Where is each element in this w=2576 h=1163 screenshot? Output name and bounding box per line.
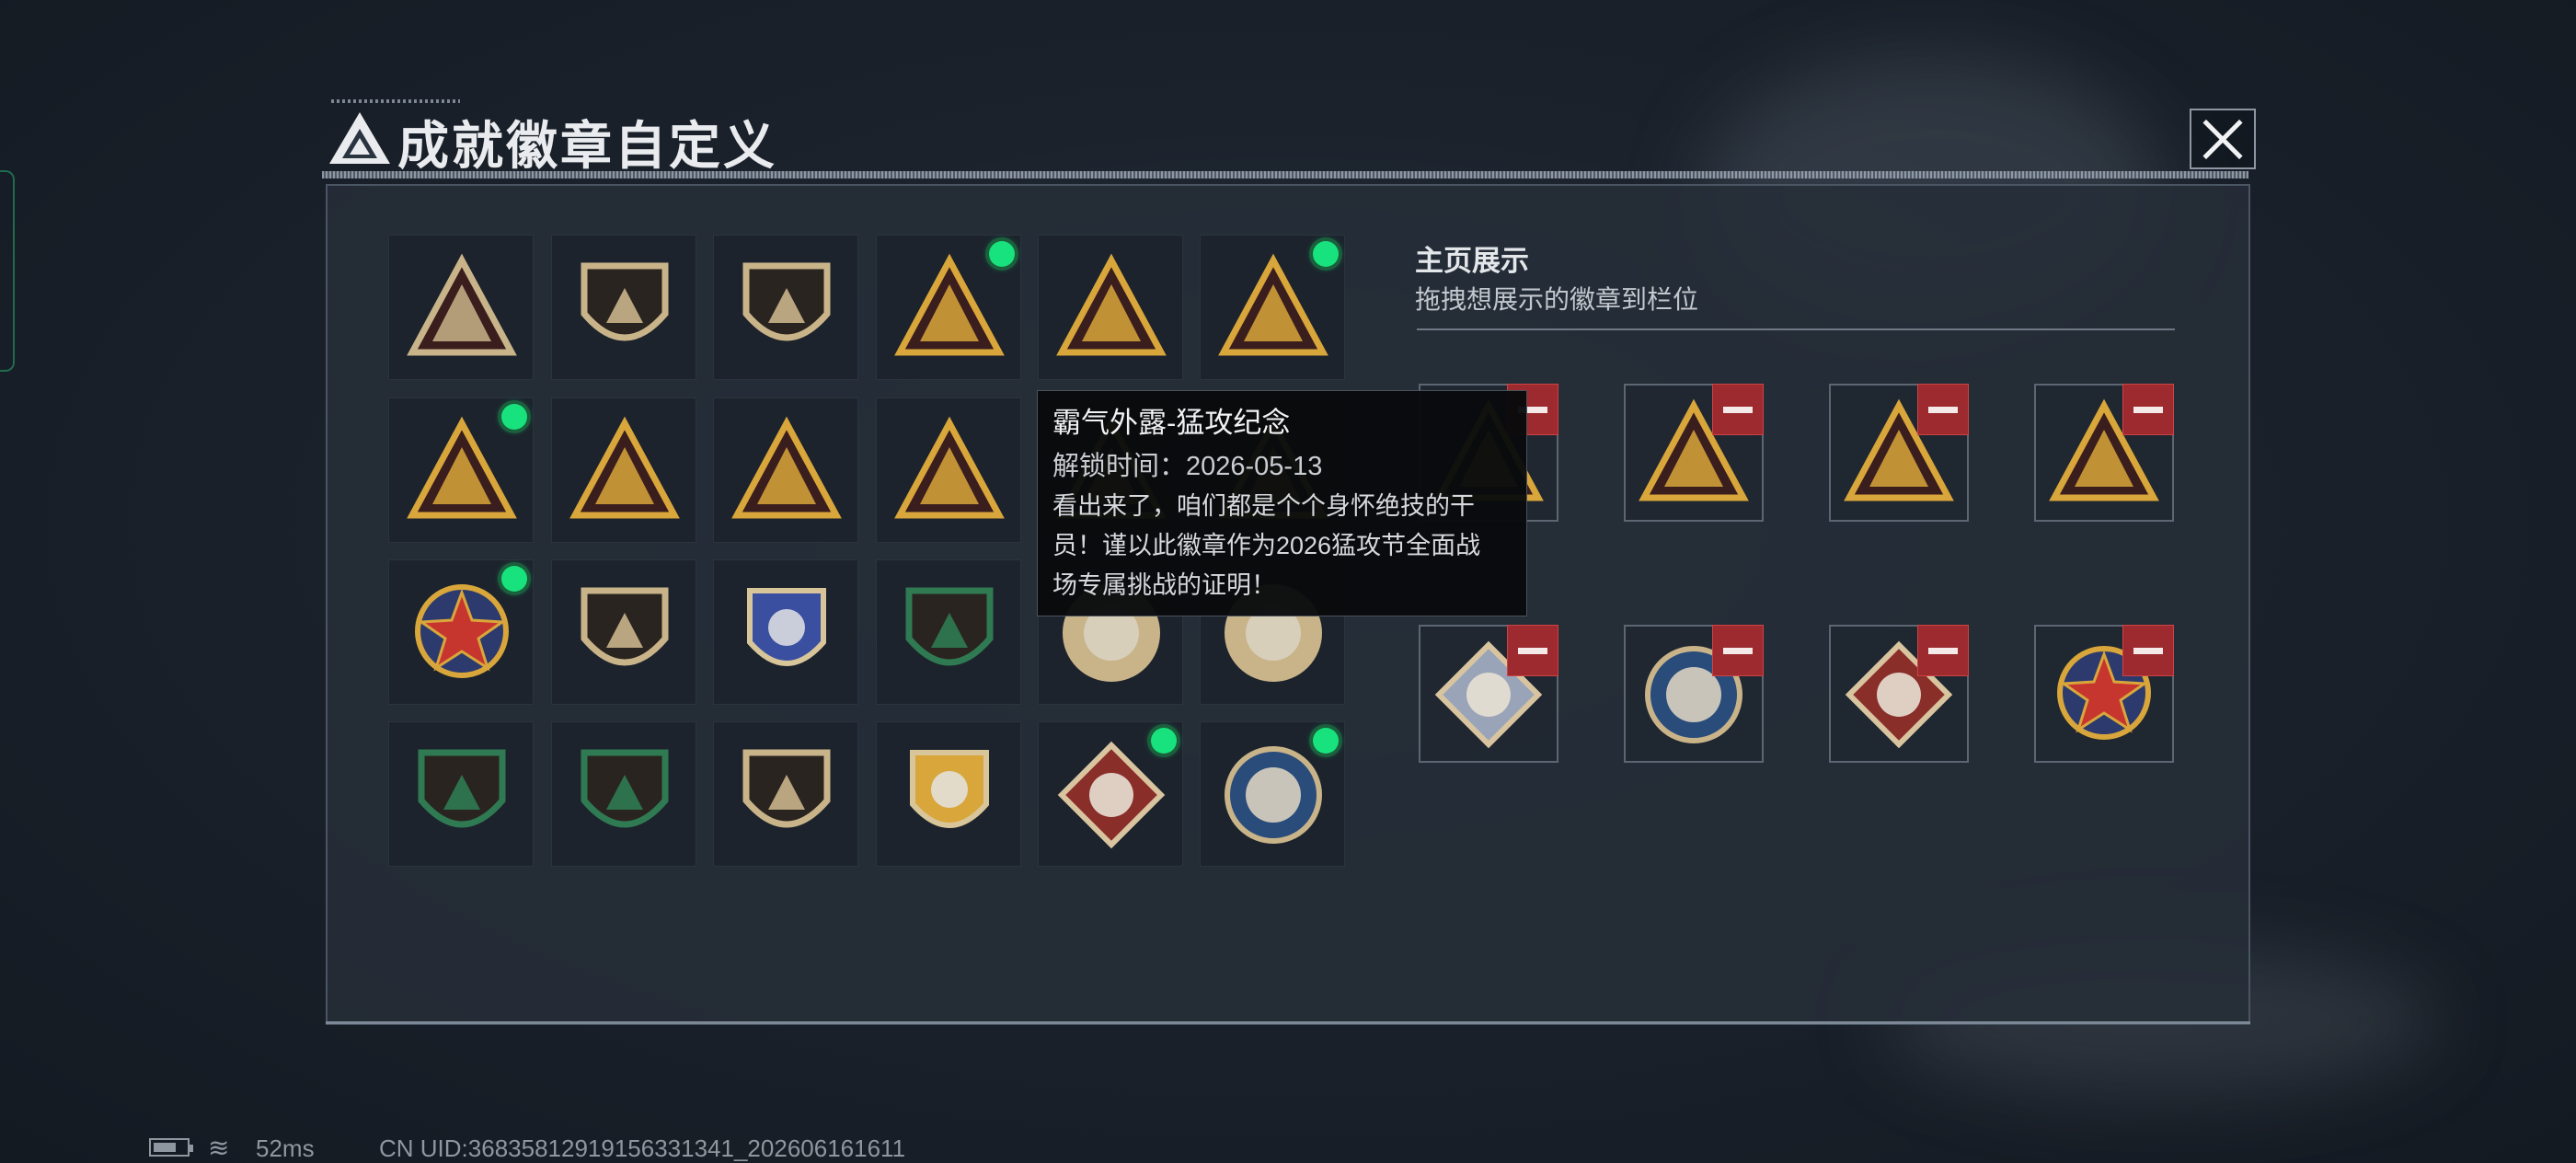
- crosshair-rifle-green-badge-2-icon: [581, 749, 669, 828]
- new-indicator-dot: [1151, 728, 1177, 754]
- tooltip-title: 霸气外露-猛攻纪念: [1052, 407, 1291, 439]
- remove-slot-button[interactable]: [1917, 384, 1969, 435]
- wolf-round-blue-badge-icon: [1225, 746, 1322, 844]
- badge-tooltip: 霸气外露-猛攻纪念 解锁时间：2026-05-13 看出来了，咱们都是个个身怀绝…: [1037, 390, 1527, 616]
- soldiers-triangle-badge-icon: [894, 416, 1005, 519]
- remove-slot-button[interactable]: [2122, 625, 2174, 676]
- showcase-subtitle: 拖拽想展示的徽章到栏位: [1415, 285, 1699, 314]
- badge-cell[interactable]: [713, 721, 858, 867]
- badge-cell[interactable]: [876, 721, 1021, 867]
- dice-triangle-badge-icon: [731, 416, 842, 519]
- vehicle-triangle-badge-icon: [894, 253, 1005, 356]
- showcase-slot[interactable]: [2034, 625, 2174, 763]
- rocket-launcher-triangle-badge-icon: [1218, 253, 1328, 356]
- dagger-shield-badge-icon: [742, 262, 831, 341]
- showcase-divider: [1417, 328, 2175, 330]
- remove-slot-button[interactable]: [2122, 384, 2174, 435]
- remove-slot-button[interactable]: [1712, 625, 1764, 676]
- badge-cell[interactable]: [876, 397, 1021, 543]
- badge-cell[interactable]: [713, 397, 858, 543]
- tooltip-desc-line: 看出来了，咱们都是个个身怀绝技的干: [1052, 492, 1475, 520]
- page-title: 成就徽章自定义: [397, 117, 777, 175]
- showcase-slot[interactable]: [2034, 384, 2174, 522]
- battery-icon: [149, 1138, 193, 1157]
- badge-cell[interactable]: [713, 559, 858, 705]
- wifi-icon: ≋: [208, 1134, 230, 1162]
- title-decoration: [331, 99, 460, 103]
- showcase-slot[interactable]: [1624, 625, 1764, 763]
- delta-logo-icon: [329, 112, 390, 164]
- green-dice-shield-badge-icon: [905, 587, 994, 666]
- chevron-shield-badge-icon: [581, 587, 669, 666]
- showcase-slot[interactable]: [1419, 625, 1558, 763]
- badge-cell[interactable]: [876, 235, 1021, 380]
- badge-cell[interactable]: [388, 235, 534, 380]
- remove-slot-button[interactable]: [1712, 384, 1764, 435]
- badge-cell[interactable]: [1038, 721, 1183, 867]
- showcase-slot[interactable]: [1624, 384, 1764, 522]
- side-edge-handle: [0, 170, 15, 372]
- showcase-slot[interactable]: [1829, 625, 1969, 763]
- tooltip-desc-line: 场专属挑战的证明！: [1052, 571, 1276, 599]
- badge-cell[interactable]: [1200, 721, 1345, 867]
- tooltip-unlock-time: 解锁时间：2026-05-13: [1052, 452, 1323, 481]
- boat-triangle-badge-icon: [407, 416, 517, 519]
- number-one-triangle-badge-icon: [569, 416, 680, 519]
- badge-cell[interactable]: [388, 397, 534, 543]
- panel-bottom-border: [326, 1021, 2250, 1024]
- star-emblem-badge-icon: [415, 584, 509, 678]
- title-divider: [322, 171, 2248, 178]
- new-indicator-dot: [501, 404, 527, 430]
- badge-cell[interactable]: [551, 397, 696, 543]
- close-button[interactable]: [2190, 109, 2256, 169]
- new-indicator-dot: [989, 241, 1015, 267]
- title-bar: 成就徽章自定义: [322, 92, 2254, 184]
- badge-cell[interactable]: [1200, 235, 1345, 380]
- showcase-slot[interactable]: [1829, 384, 1969, 522]
- gold-wing-crest-badge-icon: [910, 750, 989, 828]
- helicopter-shield-badge-icon: [581, 262, 669, 341]
- rock-hand-triangle-badge-icon: [1056, 253, 1167, 356]
- new-indicator-dot: [501, 566, 527, 592]
- badge-cell[interactable]: [1038, 235, 1183, 380]
- badge-cell[interactable]: [388, 721, 534, 867]
- new-indicator-dot: [1313, 241, 1339, 267]
- triangle-shield-badge-icon: [407, 253, 517, 356]
- wolf-diamond-badge-icon: [1057, 741, 1166, 849]
- badge-cell[interactable]: [713, 235, 858, 380]
- new-indicator-dot: [1313, 728, 1339, 754]
- showcase-title: 主页展示: [1415, 245, 1529, 277]
- tooltip-desc-line: 员！谨以此徽章作为2026猛攻节全面战: [1052, 532, 1481, 559]
- badge-cell[interactable]: [388, 559, 534, 705]
- remove-slot-button[interactable]: [1917, 625, 1969, 676]
- rifle-shield-badge-icon: [742, 749, 831, 828]
- badge-cell[interactable]: [876, 559, 1021, 705]
- blue-wing-shield-badge-icon: [747, 588, 826, 666]
- remove-slot-button[interactable]: [1507, 625, 1558, 676]
- crosshair-rifle-green-badge-icon: [418, 749, 506, 828]
- badge-cell[interactable]: [551, 559, 696, 705]
- uid-text: CN UID:36835812919156331341_202606161611: [379, 1134, 906, 1162]
- ping-text: 52ms: [256, 1134, 315, 1162]
- badge-cell[interactable]: [551, 235, 696, 380]
- badge-cell[interactable]: [551, 721, 696, 867]
